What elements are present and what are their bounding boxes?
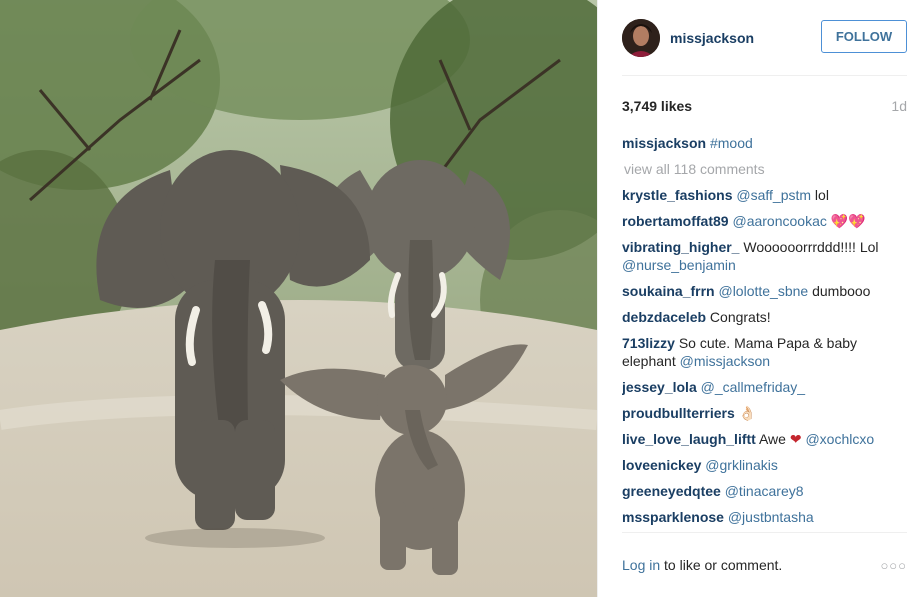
comment-mention[interactable]: @nurse_benjamin [622, 257, 736, 273]
comment-mention[interactable]: @grklinakis [701, 457, 778, 473]
comment-mention[interactable]: @justbntasha [724, 509, 814, 525]
likes-count[interactable]: 3,749 likes [622, 98, 692, 114]
more-options-icon[interactable]: ○○○ [880, 558, 907, 573]
comment-username[interactable]: krystle_fashions [622, 187, 733, 203]
comment-text: Congrats! [706, 309, 771, 325]
avatar-image [622, 18, 660, 57]
comment-username[interactable]: live_love_laugh_liftt [622, 431, 756, 447]
comment-mention[interactable]: @lolotte_sbne [715, 283, 808, 299]
login-link[interactable]: Log in [622, 557, 660, 573]
instagram-post: missjackson FOLLOW 3,749 likes 1d missja… [0, 0, 914, 597]
elephant-photo [0, 0, 597, 597]
comment-username[interactable]: proudbullterriers [622, 405, 735, 421]
header-username[interactable]: missjackson [670, 30, 754, 46]
comment-username[interactable]: debzdaceleb [622, 309, 706, 325]
comment-username[interactable]: mssparklenose [622, 509, 724, 525]
comment-row: greeneyedqtee @tinacarey8 [622, 482, 904, 500]
comment-mention[interactable]: @_callmefriday_ [697, 379, 806, 395]
login-prompt: Log in to like or comment. [622, 557, 782, 573]
comment-username[interactable]: robertamoffat89 [622, 213, 729, 229]
comment-text: lol [811, 187, 829, 203]
post-sidebar: missjackson FOLLOW 3,749 likes 1d missja… [597, 0, 914, 597]
comment-row: live_love_laugh_liftt Awe ❤ @xochlcxo [622, 430, 904, 448]
caption-hashtag[interactable]: #mood [710, 135, 753, 151]
comment-text: 👌🏻 [734, 405, 757, 421]
comment-username[interactable]: soukaina_frrn [622, 283, 715, 299]
view-all-comments-link[interactable]: view all 118 comments [622, 160, 904, 178]
heart-icon: ❤ [789, 431, 806, 447]
comment-row: soukaina_frrn @lolotte_sbne dumbooo [622, 282, 904, 300]
comment-row: loveenickey @grklinakis [622, 456, 904, 474]
comment-username[interactable]: loveenickey [622, 457, 701, 473]
caption: missjackson #mood [622, 134, 904, 152]
login-prompt-text: to like or comment. [660, 557, 783, 573]
post-footer: Log in to like or comment. ○○○ [622, 532, 907, 597]
post-header: missjackson FOLLOW [622, 0, 907, 76]
comment-mention[interactable]: @missjackson [680, 353, 770, 369]
comment-row: 713lizzy So cute. Mama Papa & baby eleph… [622, 334, 904, 370]
comment-text: 💖💖 [826, 213, 866, 229]
follow-button[interactable]: FOLLOW [821, 20, 907, 53]
comment-row: robertamoffat89 @aaroncookac 💖💖 [622, 212, 904, 230]
comment-username[interactable]: jessey_lola [622, 379, 697, 395]
caption-username[interactable]: missjackson [622, 135, 706, 151]
comment-row: debzdaceleb Congrats! [622, 308, 904, 326]
comment-username[interactable]: greeneyedqtee [622, 483, 721, 499]
comment-row: vibrating_higher_ Woooooorrrddd!!!! Lol … [622, 238, 904, 274]
likes-row: 3,749 likes 1d [622, 98, 907, 114]
post-photo[interactable] [0, 0, 597, 597]
comment-text: Awe [755, 431, 790, 447]
comment-row: mssparklenose @justbntasha [622, 508, 904, 526]
comment-row: jessey_lola @_callmefriday_ [622, 378, 904, 396]
comment-mention[interactable]: @aaroncookac [729, 213, 826, 229]
comment-username[interactable]: vibrating_higher_ [622, 239, 739, 255]
comment-mention[interactable]: @tinacarey8 [721, 483, 804, 499]
comment-text: dumbooo [808, 283, 871, 299]
comment-row: proudbullterriers 👌🏻 [622, 404, 904, 422]
comment-username[interactable]: 713lizzy [622, 335, 675, 351]
comment-text: Woooooorrrddd!!!! Lol [739, 239, 879, 255]
comment-list: missjackson #mood view all 118 comments … [622, 134, 904, 526]
comment-row: krystle_fashions @saff_pstm lol [622, 186, 904, 204]
avatar[interactable] [622, 18, 660, 57]
comment-mention[interactable]: @saff_pstm [733, 187, 811, 203]
comment-mention[interactable]: @xochlcxo [805, 431, 874, 447]
post-age[interactable]: 1d [891, 98, 907, 114]
